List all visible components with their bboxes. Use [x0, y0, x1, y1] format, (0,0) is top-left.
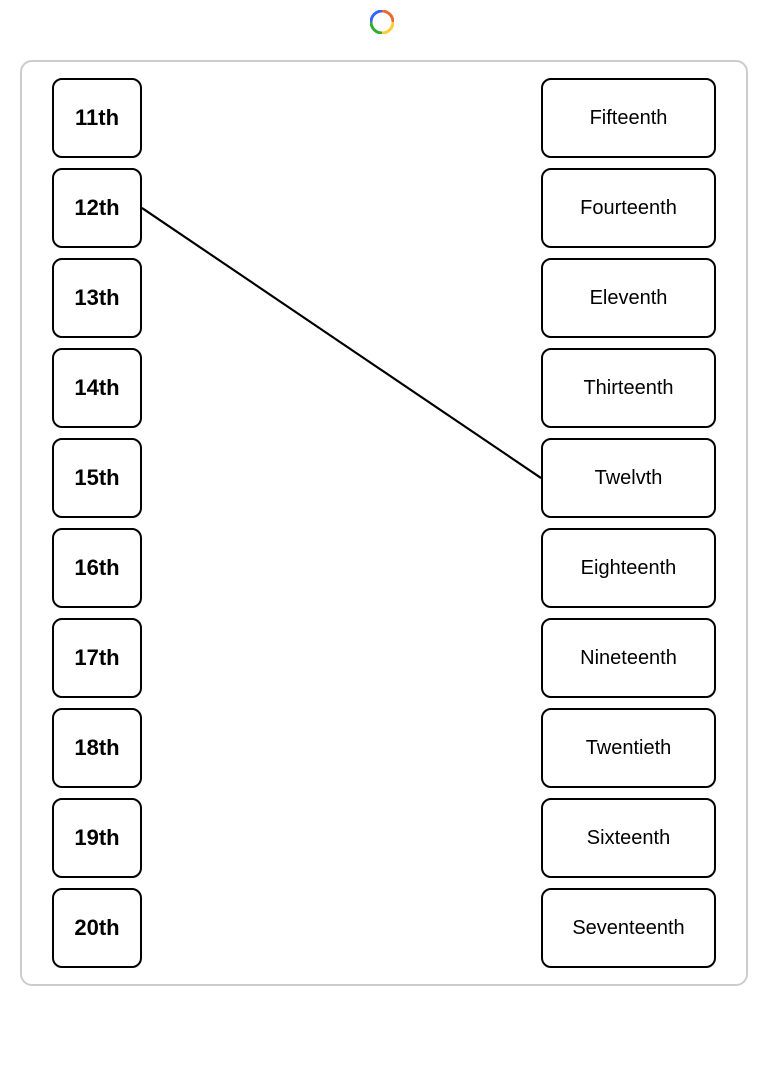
number-box-2: 12th — [52, 168, 142, 248]
number-box-7: 17th — [52, 618, 142, 698]
word-box-7: Nineteenth — [541, 618, 716, 698]
columns: 11th 12th 13th 14th 15th 16th 17th 18th 19th 20th… — [52, 78, 716, 968]
word-box-2: Fourteenth — [541, 168, 716, 248]
word-box-9: Sixteenth — [541, 798, 716, 878]
word-box-10: Seventeenth — [541, 888, 716, 968]
word-box-1: Fifteenth — [541, 78, 716, 158]
number-box-1: 11th — [52, 78, 142, 158]
word-box-8: Twentieth — [541, 708, 716, 788]
logo-area — [370, 10, 398, 34]
number-box-5: 15th — [52, 438, 142, 518]
number-box-10: 20th — [52, 888, 142, 968]
number-box-6: 16th — [52, 528, 142, 608]
logo-icon — [370, 10, 394, 34]
header — [370, 10, 398, 52]
right-column: Fifteenth Fourteenth Eleventh Thirteenth Twe… — [541, 78, 716, 968]
number-box-9: 19th — [52, 798, 142, 878]
left-column: 11th 12th 13th 14th 15th 16th 17th 18th 19th 20th — [52, 78, 142, 968]
number-box-4: 14th — [52, 348, 142, 428]
number-box-8: 18th — [52, 708, 142, 788]
word-box-3: Eleventh — [541, 258, 716, 338]
word-box-4: Thirteenth — [541, 348, 716, 428]
worksheet-area: 11th 12th 13th 14th 15th 16th 17th 18th 19th 20th… — [20, 60, 748, 986]
number-box-3: 13th — [52, 258, 142, 338]
word-box-6: Eighteenth — [541, 528, 716, 608]
word-box-5: Twelvth — [541, 438, 716, 518]
